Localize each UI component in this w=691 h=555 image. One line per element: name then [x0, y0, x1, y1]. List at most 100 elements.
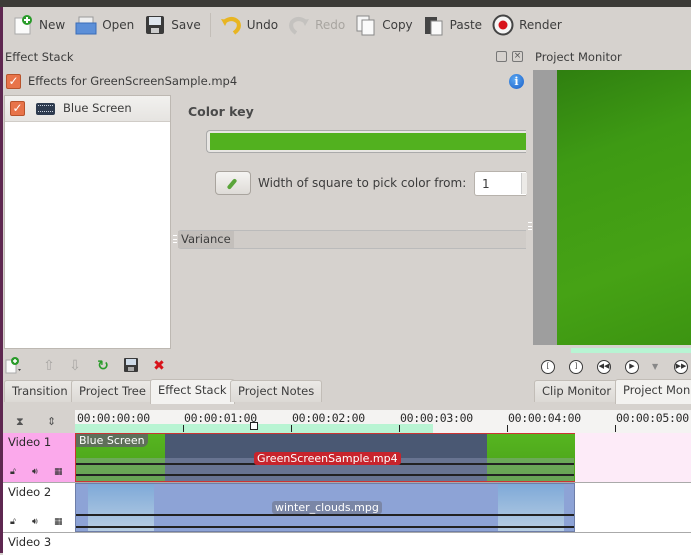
redo-button[interactable]: Redo [283, 10, 350, 40]
track-name: Video 2 [8, 485, 52, 499]
close-panel-icon[interactable]: × [512, 51, 523, 62]
audio-icon[interactable]: 🔊︎ [32, 467, 44, 477]
effect-list: ✓ Blue Screen [4, 95, 171, 349]
set-zone-start-icon[interactable]: [ [541, 360, 555, 374]
ruler-tick [615, 425, 616, 432]
clip-thumbnail-end [498, 484, 564, 531]
delete-effect-icon[interactable]: ✖ [150, 357, 168, 375]
play-menu-chevron-icon[interactable]: ▼ [652, 362, 658, 371]
track-name: Video 3 [8, 535, 52, 549]
splitter-handle[interactable] [173, 235, 177, 243]
copy-button[interactable]: Copy [350, 10, 417, 40]
audio-icon[interactable]: 🔊︎ [32, 517, 44, 527]
new-document-icon [12, 14, 34, 36]
tab-project-notes[interactable]: Project Notes [230, 380, 323, 402]
move-down-icon[interactable]: ⇩ [66, 357, 84, 375]
square-width-value: 1 [482, 177, 490, 191]
timeline-ruler[interactable]: 00:00:00:00 00:00:01:00 00:00:02:00 00:0… [75, 410, 691, 434]
variance-slider[interactable]: Variance [178, 230, 526, 249]
color-key-fill [210, 133, 526, 150]
ruler-tick [183, 425, 184, 432]
play-icon[interactable]: ▶ [625, 360, 639, 374]
copy-icon [355, 14, 377, 36]
track-name: Video 1 [8, 435, 52, 449]
collapse-tracks-icon[interactable]: ⧗ [16, 415, 24, 429]
spinbox-arrows[interactable] [521, 173, 527, 194]
ruler-label: 00:00:04:00 [508, 411, 581, 425]
paste-icon [423, 14, 445, 36]
effects-enable-checkbox[interactable]: ✓ [6, 74, 21, 89]
open-button[interactable]: Open [70, 10, 139, 40]
track-video-2: winter_clouds.mpg [75, 483, 691, 533]
clip-name-label: winter_clouds.mpg [272, 501, 382, 514]
video-icon[interactable]: ▦ [54, 517, 66, 527]
ruler-tick [507, 425, 508, 432]
ruler-label: 00:00:01:00 [184, 411, 257, 425]
track-video-1: Blue Screen GreenScreenSample.mp4 [75, 433, 691, 483]
timeline-corner: ⧗ ⇕ [0, 410, 75, 434]
playhead-marker[interactable] [250, 422, 258, 430]
save-effect-icon[interactable] [122, 357, 140, 375]
undo-button[interactable]: Undo [215, 10, 283, 40]
track-header-video-1[interactable]: Video 1 🔓︎ 🔊︎ ▦ [3, 433, 75, 483]
monitor-zone [571, 348, 691, 353]
monitor-video-frame [557, 70, 691, 345]
splitter-handle[interactable] [528, 222, 532, 230]
video-icon[interactable]: ▦ [54, 467, 66, 477]
ruler-label: 00:00:02:00 [292, 411, 365, 425]
lock-icon[interactable]: 🔓︎ [10, 467, 22, 477]
clip-thumbnail-start [88, 484, 154, 531]
tab-clip-monitor[interactable]: Clip Monitor [534, 380, 620, 402]
effect-stack-title: Effect Stack [5, 50, 74, 64]
effect-item-blue-screen[interactable]: ✓ Blue Screen [5, 96, 170, 122]
clip-greenscreen[interactable]: Blue Screen GreenScreenSample.mp4 [75, 433, 575, 482]
set-zone-end-icon[interactable]: ] [569, 360, 583, 374]
track-header-video-3[interactable]: Video 3 [3, 533, 75, 555]
move-up-icon[interactable]: ⇧ [40, 357, 58, 375]
video-effect-icon [36, 103, 55, 115]
monitor-ruler[interactable] [533, 345, 691, 357]
info-icon[interactable]: i [509, 74, 524, 89]
tab-project-tree[interactable]: Project Tree [71, 380, 154, 402]
clip-winter-clouds[interactable]: winter_clouds.mpg [75, 483, 575, 532]
effect-enable-checkbox[interactable]: ✓ [10, 101, 25, 116]
float-panel-icon[interactable] [496, 51, 507, 62]
save-disk-icon [144, 14, 166, 36]
clip-name-label: GreenScreenSample.mp4 [254, 452, 401, 465]
undo-arrow-icon [220, 14, 242, 36]
effects-header-label: Effects for GreenScreenSample.mp4 [28, 74, 238, 88]
ruler-label: 00:00:03:00 [400, 411, 473, 425]
effect-toolbar: ⇧ ⇩ ↻ ✖ [4, 357, 174, 377]
paste-button[interactable]: Paste [418, 10, 487, 40]
new-button[interactable]: New [7, 10, 70, 40]
track-video-3 [75, 533, 691, 555]
expand-tracks-icon[interactable]: ⇕ [47, 415, 56, 428]
forward-icon[interactable]: ▶▶ [674, 360, 688, 374]
lock-icon[interactable]: 🔓︎ [10, 517, 22, 527]
toolbar-separator [209, 13, 211, 37]
save-button[interactable]: Save [139, 10, 205, 40]
color-key-label: Color key [188, 104, 254, 119]
rewind-icon[interactable]: ◀◀ [597, 360, 611, 374]
color-picker-button[interactable] [215, 171, 251, 195]
window-title-bar [0, 0, 691, 7]
project-monitor-title: Project Monitor [535, 50, 622, 64]
square-width-spinbox[interactable]: 1 [474, 171, 527, 196]
tab-project-monitor[interactable]: Project Monitor [615, 379, 691, 404]
redo-arrow-icon [288, 14, 310, 36]
open-folder-icon [75, 14, 97, 36]
square-width-label: Width of square to pick color from: [258, 176, 467, 190]
ruler-tick [399, 425, 400, 432]
tab-effect-stack[interactable]: Effect Stack [150, 379, 235, 404]
variance-label: Variance [178, 231, 234, 248]
tab-transition[interactable]: Transition [4, 380, 76, 402]
monitor-screen [533, 70, 691, 345]
effect-name-label: Blue Screen [76, 434, 148, 447]
reset-effect-icon[interactable]: ↻ [94, 357, 112, 375]
add-effect-icon[interactable] [4, 357, 22, 375]
main-toolbar: New Open Save Undo Redo Copy Paste Rende… [3, 7, 691, 43]
track-header-video-2[interactable]: Video 2 🔓︎ 🔊︎ ▦ [3, 483, 75, 533]
ruler-label: 00:00:05:00 [616, 411, 689, 425]
color-key-swatch[interactable] [206, 130, 526, 153]
render-button[interactable]: Render [487, 10, 567, 40]
